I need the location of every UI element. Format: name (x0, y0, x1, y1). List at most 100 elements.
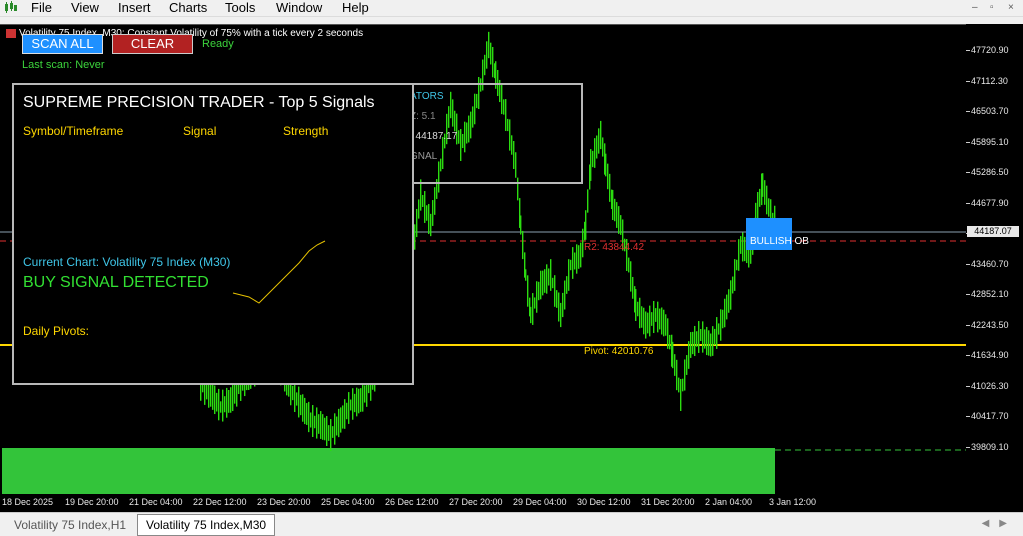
price-label: 45286.50 (971, 167, 1009, 177)
candle (678, 377, 680, 393)
candle (641, 306, 643, 328)
time-axis: 18 Dec 2025 19 Dec 20:00 21 Dec 04:00 22 De… (0, 494, 1023, 512)
candle (338, 408, 340, 438)
candle (692, 331, 694, 355)
candle (682, 378, 684, 392)
pivot-label: Pivot: 42010.76 (584, 346, 654, 357)
candle (665, 314, 667, 336)
candle (314, 415, 316, 429)
candle (612, 189, 614, 221)
price-label: 41634.90 (971, 350, 1009, 360)
candle (330, 419, 332, 451)
col-strength-header: Strength (283, 124, 329, 138)
candle (334, 413, 336, 445)
current-price-tag: 44187.07 (967, 226, 1019, 237)
candle (667, 318, 669, 349)
candle (696, 331, 698, 347)
candle (590, 149, 592, 181)
candle (550, 259, 552, 291)
candle (768, 198, 770, 217)
candle (566, 276, 568, 294)
menu-help[interactable]: Help (342, 0, 369, 16)
close-icon[interactable]: × (1008, 1, 1014, 14)
candle (596, 135, 598, 159)
candle (657, 301, 659, 333)
candle (676, 359, 678, 391)
minimize-icon[interactable]: – (972, 1, 978, 14)
candle (645, 311, 647, 339)
candle (422, 195, 424, 207)
time-label: 25 Dec 04:00 (321, 497, 375, 507)
candle (587, 189, 589, 213)
candle (228, 389, 230, 413)
candle (352, 388, 354, 420)
candle (630, 261, 632, 292)
candle (700, 329, 702, 341)
candle (655, 308, 657, 322)
price-label: 47112.30 (971, 75, 1008, 86)
candle (562, 292, 564, 318)
bullish-ob-label: BULLISH OB (750, 236, 809, 247)
candle (607, 163, 609, 190)
candle (492, 46, 494, 78)
candle (688, 341, 690, 369)
candle (234, 384, 236, 404)
candle (336, 416, 338, 436)
menu-charts[interactable]: Charts (169, 0, 207, 16)
candle (732, 276, 734, 294)
candle (706, 326, 708, 356)
candle (348, 392, 350, 424)
menu-window[interactable]: Window (276, 0, 322, 16)
candle (680, 379, 682, 411)
menu-file[interactable]: File (31, 0, 52, 16)
candle (554, 275, 556, 307)
menu-insert[interactable]: Insert (118, 0, 151, 16)
signals-dashboard: SUPREME PRECISION TRADER - Top 5 Signals… (12, 83, 414, 385)
candle (214, 385, 216, 415)
candle (426, 205, 428, 221)
candle (720, 309, 722, 341)
candle (218, 388, 220, 421)
candle (698, 321, 700, 353)
indicators-signal: GNAL (410, 151, 438, 162)
candle (424, 191, 426, 223)
candle (759, 188, 761, 207)
price-tick (966, 385, 970, 387)
candle (344, 399, 346, 429)
candle (643, 307, 645, 335)
candle (605, 153, 607, 177)
menu-view[interactable]: View (71, 0, 99, 16)
tab-volatility-h1[interactable]: Volatility 75 Index,H1 (6, 516, 134, 534)
candle (332, 426, 334, 438)
candle (574, 252, 576, 270)
candle (564, 280, 566, 310)
candle (580, 242, 582, 268)
time-label: 21 Dec 04:00 (129, 497, 183, 507)
candle (637, 301, 639, 317)
candle (542, 270, 544, 296)
clear-button[interactable]: CLEAR (112, 34, 193, 54)
tab-volatility-m30[interactable]: Volatility 75 Index,M30 (137, 514, 276, 536)
candle (728, 289, 730, 313)
candle (522, 230, 524, 260)
candle (568, 259, 570, 291)
tab-scroll-arrows[interactable]: ◀▶ (982, 518, 1017, 529)
candle (618, 206, 620, 234)
scan-all-button[interactable]: SCAN ALL (22, 34, 103, 54)
candle (722, 309, 724, 329)
restore-icon[interactable]: ▫ (990, 1, 994, 14)
candle (416, 208, 418, 238)
candle (674, 354, 676, 376)
candle (364, 385, 366, 403)
candle (224, 396, 226, 413)
candle (552, 277, 554, 289)
indicators-panel: ATORS Z: 5.1 : 44187.17 GNAL (410, 83, 583, 184)
candle (609, 173, 611, 202)
candle (322, 414, 324, 440)
menu-tools[interactable]: Tools (225, 0, 255, 16)
candle (712, 326, 714, 356)
dashboard-title: SUPREME PRECISION TRADER - Top 5 Signals (23, 94, 375, 111)
candle (651, 312, 653, 326)
candle (602, 137, 604, 157)
candle (708, 330, 710, 356)
